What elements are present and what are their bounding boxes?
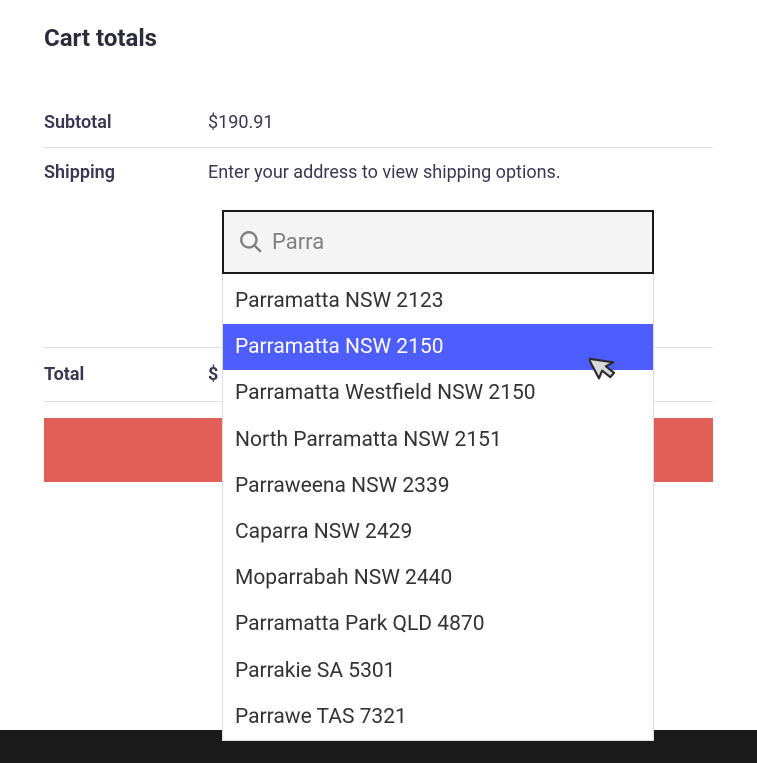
address-search-wrapper: Parramatta NSW 2123Parramatta NSW 2150Pa… [222, 210, 654, 741]
address-option[interactable]: Parrakie SA 5301 [223, 648, 653, 694]
subtotal-row: Subtotal $190.91 [44, 98, 713, 148]
address-option[interactable]: Parrawe TAS 7321 [223, 694, 653, 740]
cart-totals-heading: Cart totals [44, 24, 713, 52]
address-dropdown: Parramatta NSW 2123Parramatta NSW 2150Pa… [222, 274, 654, 741]
address-search-input[interactable] [272, 230, 638, 255]
total-value: $ [208, 364, 218, 385]
address-option[interactable]: North Parramatta NSW 2151 [223, 417, 653, 463]
address-option[interactable]: Parramatta Park QLD 4870 [223, 601, 653, 647]
address-option[interactable]: Parramatta NSW 2123 [223, 278, 653, 324]
address-option[interactable]: Moparrabah NSW 2440 [223, 555, 653, 601]
shipping-label: Shipping [44, 162, 208, 183]
cursor-icon [589, 349, 623, 383]
address-option[interactable]: Caparra NSW 2429 [223, 509, 653, 555]
subtotal-label: Subtotal [44, 112, 208, 133]
shipping-row: Shipping Enter your address to view ship… [44, 148, 713, 197]
address-search-box[interactable] [222, 210, 654, 274]
address-option[interactable]: Parraweena NSW 2339 [223, 463, 653, 509]
total-label: Total [44, 364, 208, 385]
shipping-message: Enter your address to view shipping opti… [208, 162, 561, 183]
search-icon [238, 229, 264, 255]
subtotal-value: $190.91 [208, 112, 273, 133]
